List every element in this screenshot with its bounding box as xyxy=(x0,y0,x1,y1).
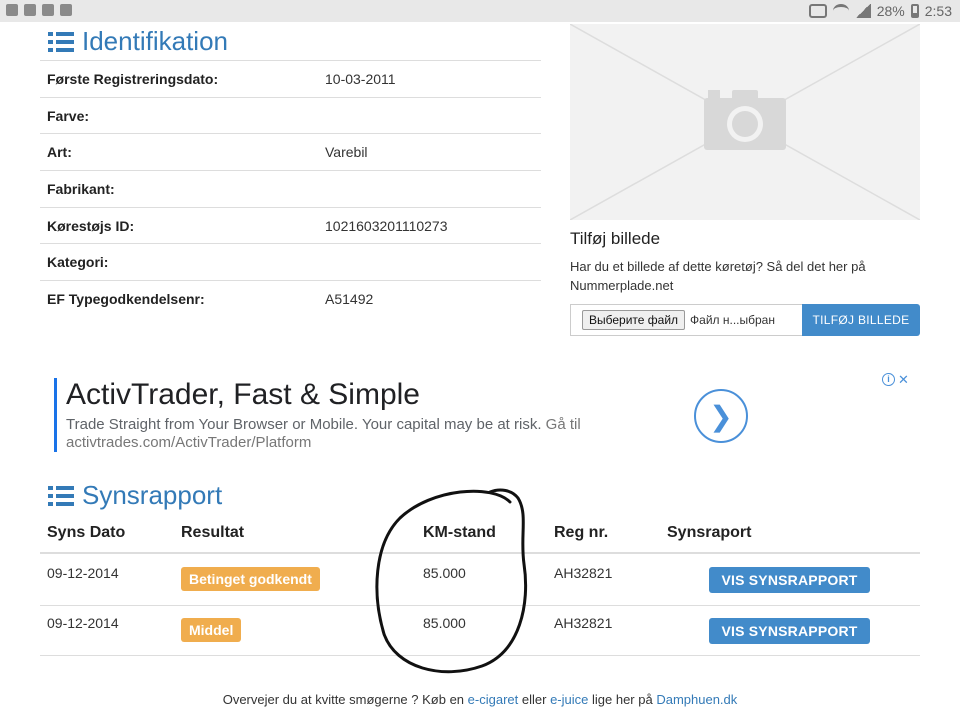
col-syns-dato: Syns Dato xyxy=(47,524,126,541)
col-km-stand: KM-stand xyxy=(423,524,496,541)
add-photo-description: Har du et billede af dette køretøj? Så d… xyxy=(570,259,866,293)
table-row: EF Typegodkendelsenr: A51492 xyxy=(40,280,541,317)
battery-icon xyxy=(910,4,919,18)
battery-percent: 28% xyxy=(876,3,905,19)
row-label: Kørestøjs ID: xyxy=(47,217,135,234)
identifikation-table: Første Registreringsdato: 10-03-2011 Far… xyxy=(40,60,541,317)
footer-text-2: eller xyxy=(521,692,547,707)
file-input[interactable]: Выберите файл Файл н...ыбран xyxy=(570,304,802,336)
row-value: Varebil xyxy=(325,144,368,161)
synsrapport-heading: Synsrapport xyxy=(48,480,222,511)
wifi-icon xyxy=(832,4,849,18)
camera-icon xyxy=(704,90,786,150)
syns-date: 09-12-2014 xyxy=(47,615,119,631)
list-icon xyxy=(48,485,74,507)
row-label: Kategori: xyxy=(47,254,109,271)
row-value: A51492 xyxy=(325,290,374,307)
row-label: Farve: xyxy=(47,107,90,124)
table-row: Kategori: xyxy=(40,243,541,280)
list-icon xyxy=(48,31,74,53)
image-icon xyxy=(24,4,36,16)
e-cigaret-link[interactable]: e-cigaret xyxy=(468,692,519,707)
system-tray: 28% 2:53 xyxy=(808,3,952,19)
table-row: 09-12-2014 Middel 85.000 AH32821 VIS SYN… xyxy=(40,605,920,656)
col-reg-nr: Reg nr. xyxy=(554,524,609,541)
table-row: Fabrikant: xyxy=(40,170,541,207)
table-row: Første Registreringsdato: 10-03-2011 xyxy=(40,60,541,97)
reg-number: AH32821 xyxy=(554,615,613,631)
footer-text-1: Overvejer du at kvitte smøgerne ? Køb en xyxy=(222,692,465,707)
photo-upload: Выберите файл Файл н...ыбран TILFØJ BILL… xyxy=(570,304,920,336)
ad-open-button[interactable]: ❯ xyxy=(694,389,748,443)
row-label: Fabrikant: xyxy=(47,180,115,197)
km-value: 85.000 xyxy=(423,615,466,631)
result-badge: Betinget godkendt xyxy=(181,567,320,591)
choose-file-button[interactable]: Выберите файл xyxy=(582,310,686,330)
footer-text: Overvejer du at kvitte smøgerne ? Køb en… xyxy=(0,692,960,707)
row-label: EF Typegodkendelsenr: xyxy=(47,290,205,307)
row-value: 1021603201110273 xyxy=(325,217,448,234)
km-value: 85.000 xyxy=(423,565,466,581)
ad-description[interactable]: Trade Straight from Your Browser or Mobi… xyxy=(66,416,666,452)
camera-icon xyxy=(60,4,72,16)
file-name-label: Файл н...ыбран xyxy=(690,313,775,327)
status-bar: 28% 2:53 xyxy=(0,0,960,22)
view-report-button[interactable]: VIS SYNSRAPPORT xyxy=(709,618,870,644)
ad-text: Trade Straight from Your Browser or Mobi… xyxy=(66,416,542,433)
table-row: 09-12-2014 Betinget godkendt 85.000 AH32… xyxy=(40,555,920,606)
ad-accent-bar xyxy=(54,378,57,452)
chevron-right-icon: ❯ xyxy=(709,400,733,432)
result-badge: Middel xyxy=(181,618,242,642)
notification-icons xyxy=(6,4,72,16)
ad-choices: i ✕ xyxy=(882,373,911,386)
e-juice-link[interactable]: e-juice xyxy=(550,692,588,707)
row-label: Art: xyxy=(47,144,72,161)
damphuen-link[interactable]: Damphuen.dk xyxy=(656,692,737,707)
row-value: 10-03-2011 xyxy=(325,70,396,87)
col-synsraport: Synsraport xyxy=(667,524,752,541)
photo-placeholder xyxy=(570,24,920,220)
identifikation-title: Identifikation xyxy=(82,26,228,56)
identifikation-heading: Identifikation xyxy=(48,26,228,57)
table-row: Kørestøjs ID: 1021603201110273 xyxy=(40,206,541,244)
ad-title[interactable]: ActivTrader, Fast & Simple xyxy=(66,378,420,412)
footer-text-3: lige her på xyxy=(591,692,653,707)
mail-icon xyxy=(6,4,18,16)
syns-date: 09-12-2014 xyxy=(47,565,119,581)
add-photo-button[interactable]: TILFØJ BILLEDE xyxy=(802,304,920,336)
gallery-icon xyxy=(42,4,54,16)
synsrapport-title: Synsrapport xyxy=(82,480,223,510)
signal-icon xyxy=(854,4,871,18)
view-report-button[interactable]: VIS SYNSRAPPORT xyxy=(709,567,870,593)
row-label: Første Registreringsdato: xyxy=(47,70,219,87)
clock: 2:53 xyxy=(924,3,952,19)
col-resultat: Resultat xyxy=(181,524,245,541)
table-row: Art: Varebil xyxy=(40,133,541,170)
mute-icon xyxy=(808,4,827,18)
info-icon[interactable]: i xyxy=(882,373,895,386)
synsrapport-header-row: Syns Dato Resultat KM-stand Reg nr. Syns… xyxy=(40,514,920,554)
close-icon[interactable]: ✕ xyxy=(898,373,911,386)
reg-number: AH32821 xyxy=(554,565,613,581)
table-row: Farve: xyxy=(40,96,541,134)
add-photo-title: Tilføj billede xyxy=(570,229,661,248)
